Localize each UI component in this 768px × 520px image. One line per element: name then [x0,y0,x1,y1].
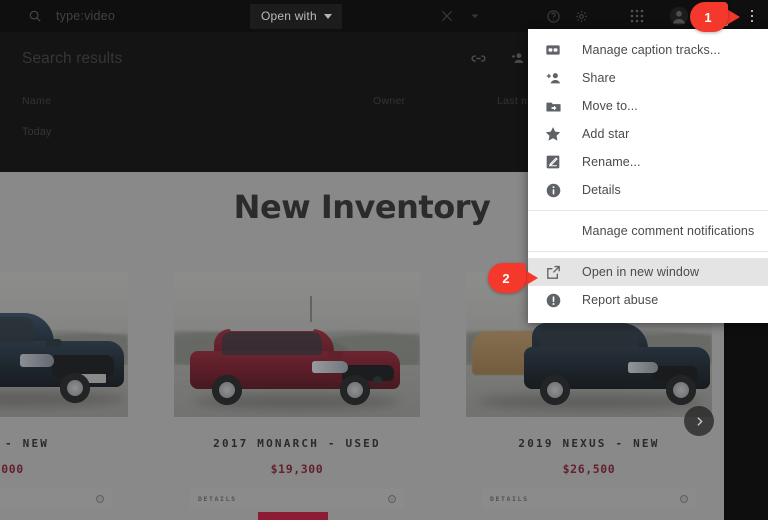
details-button[interactable]: DETAILS [482,489,696,509]
chevron-down-icon[interactable] [462,3,488,29]
vehicle-price: $19,300 [270,462,324,476]
avatar-icon[interactable] [666,3,692,29]
menu-item-label: Open in new window [582,265,700,279]
accent-bar [258,512,328,520]
chevron-down-icon [323,12,332,20]
results-group-label: Today [22,126,52,138]
search-results-title: Search results [22,50,123,67]
screenshot-root: type:video Open with Search results Name… [0,0,768,520]
context-menu[interactable]: Manage caption tracks... Share Move to..… [528,29,768,323]
menu-group-comments: Manage comment notifications [528,217,768,245]
vehicle-photo [174,272,420,417]
vehicle-title: 2019 NEXUS - NEW [518,437,660,450]
menu-item-open-in-new-window[interactable]: Open in new window [528,258,768,286]
menu-divider [528,210,768,211]
details-button[interactable]: DETAILS [0,489,112,509]
details-button[interactable]: DETAILS [190,489,404,509]
menu-group-file-actions: Manage caption tracks... Share Move to..… [528,29,768,204]
callout-number: 2 [502,270,510,286]
menu-item-manage-caption-tracks[interactable]: Manage caption tracks... [528,36,768,64]
details-circle-icon [680,495,688,503]
results-actions [470,50,526,67]
vehicle-title: LEAD - NEW [0,437,50,450]
apps-grid-icon[interactable] [624,3,650,29]
info-circle-icon [542,179,564,201]
list-item[interactable]: LEAD - NEW 4,000 DETAILS [0,272,128,509]
menu-item-label: Rename... [582,155,641,169]
move-to-folder-icon [542,95,564,117]
menu-item-label: Add star [582,127,630,141]
vehicle-photo [0,272,128,417]
callout-number: 1 [704,9,712,25]
menu-item-add-star[interactable]: Add star [528,120,768,148]
details-label: DETAILS [490,495,529,503]
column-header-owner[interactable]: Owner [373,95,405,107]
open-new-window-icon [542,261,564,283]
star-icon [542,123,564,145]
column-header-name[interactable]: Name [22,95,51,107]
menu-item-label: Report abuse [582,293,659,307]
menu-item-label: Details [582,183,621,197]
list-item[interactable]: 2017 MONARCH - USED $19,300 DETAILS [174,272,420,509]
callout-marker-1: 1 [690,2,740,32]
help-circle-icon[interactable] [540,3,566,29]
menu-divider [528,251,768,252]
menu-item-manage-comment-notifications[interactable]: Manage comment notifications [528,217,768,245]
menu-group-window: Open in new window Report abuse [528,258,768,314]
details-circle-icon [388,495,396,503]
details-label: DETAILS [198,495,237,503]
add-person-icon[interactable] [509,50,526,67]
menu-item-report-abuse[interactable]: Report abuse [528,286,768,314]
open-with-label: Open with [261,9,317,23]
close-icon[interactable] [434,3,460,29]
vehicle-title: 2017 MONARCH - USED [213,437,381,450]
vehicle-price: 4,000 [0,462,24,476]
menu-item-label: Manage comment notifications [582,224,755,238]
closed-caption-icon [542,39,564,61]
more-vertical-icon[interactable] [740,3,764,29]
drive-toolbar: type:video Open with [0,0,768,32]
link-icon[interactable] [470,50,487,67]
menu-item-share[interactable]: Share [528,64,768,92]
menu-item-details[interactable]: Details [528,176,768,204]
menu-item-rename[interactable]: Rename... [528,148,768,176]
details-circle-icon [96,495,104,503]
search-icon [22,3,48,29]
search-box[interactable]: type:video [22,3,115,29]
open-with-button[interactable]: Open with [250,4,342,29]
carousel-next-button[interactable] [684,406,714,436]
menu-item-label: Move to... [582,99,638,113]
rename-pencil-icon [542,151,564,173]
add-person-icon [542,67,564,89]
callout-marker-2: 2 [488,263,538,293]
vehicle-price: $26,500 [562,462,616,476]
menu-item-label: Share [582,71,616,85]
menu-item-label: Manage caption tracks... [582,43,721,57]
search-input-value[interactable]: type:video [56,9,115,23]
chevron-right-icon [693,415,706,428]
gear-icon[interactable] [568,3,594,29]
report-abuse-icon [542,289,564,311]
menu-item-move-to[interactable]: Move to... [528,92,768,120]
